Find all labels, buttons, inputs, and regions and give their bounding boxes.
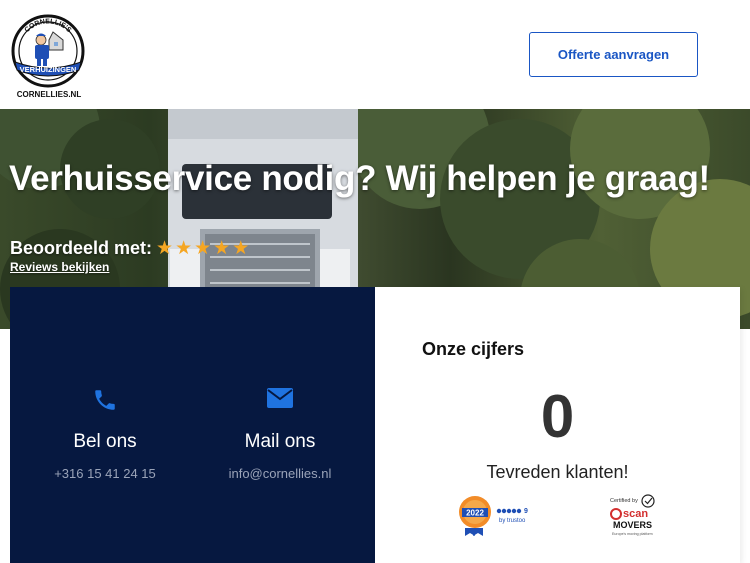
stats-label: Tevreden klanten!: [486, 462, 629, 482]
envelope-icon: [267, 388, 293, 408]
scan-movers-badge[interactable]: Certified by scan MOVERS Europe's moving…: [608, 493, 660, 539]
logo-band-text: VERHUIZINGEN: [20, 65, 77, 74]
contact-panel: Bel ons +316 15 41 24 15 Mail ons info@c…: [10, 287, 375, 563]
star-icon: ★: [175, 238, 193, 259]
request-quote-button[interactable]: Offerte aanvragen: [529, 32, 698, 77]
star-icon: ★: [232, 238, 250, 259]
stats-title: Onze cijfers: [422, 339, 525, 359]
scan-tagline: Europe's moving platform: [612, 532, 653, 536]
rating-row: Beoordeeld met: ★ ★ ★ ★ ★: [10, 238, 249, 259]
scan-certified-text: Certified by: [610, 498, 638, 504]
hero-title: Verhuisservice nodig? Wij helpen je graa…: [9, 159, 710, 198]
star-icon: ★: [213, 238, 231, 259]
reviews-link[interactable]: Reviews bekijken: [10, 260, 109, 274]
email-address[interactable]: info@cornellies.nl: [190, 466, 370, 481]
stats-panel: Onze cijfers 0 Tevreden klanten! 2022 9 …: [375, 287, 740, 563]
call-us-title: Bel ons: [73, 431, 137, 452]
scan-name: scan: [623, 508, 648, 520]
phone-number[interactable]: +316 15 41 24 15: [15, 466, 195, 481]
site-header: VERHUIZINGEN CORNELLIE'S CORNELLIES.NL O…: [0, 0, 750, 109]
star-icon: ★: [156, 238, 174, 259]
rating-label: Beoordeeld met:: [10, 238, 153, 258]
rating-stars: ★ ★ ★ ★ ★: [156, 239, 249, 258]
phone-icon: [95, 390, 115, 410]
scan-movers-text: MOVERS: [613, 520, 652, 530]
stats-counter: 0: [540, 383, 575, 450]
star-icon: ★: [194, 238, 212, 259]
trustoo-year: 2022: [466, 509, 484, 518]
trustoo-badge[interactable]: 2022 9 by trustoo: [459, 492, 539, 538]
trustoo-brand: by trustoo: [499, 518, 526, 524]
logo-bottom-text: CORNELLIES.NL: [17, 90, 82, 99]
mail-us-title: Mail ons: [244, 431, 316, 452]
trustoo-score: 9: [524, 508, 528, 515]
company-logo[interactable]: VERHUIZINGEN CORNELLIE'S CORNELLIES.NL: [9, 14, 89, 100]
